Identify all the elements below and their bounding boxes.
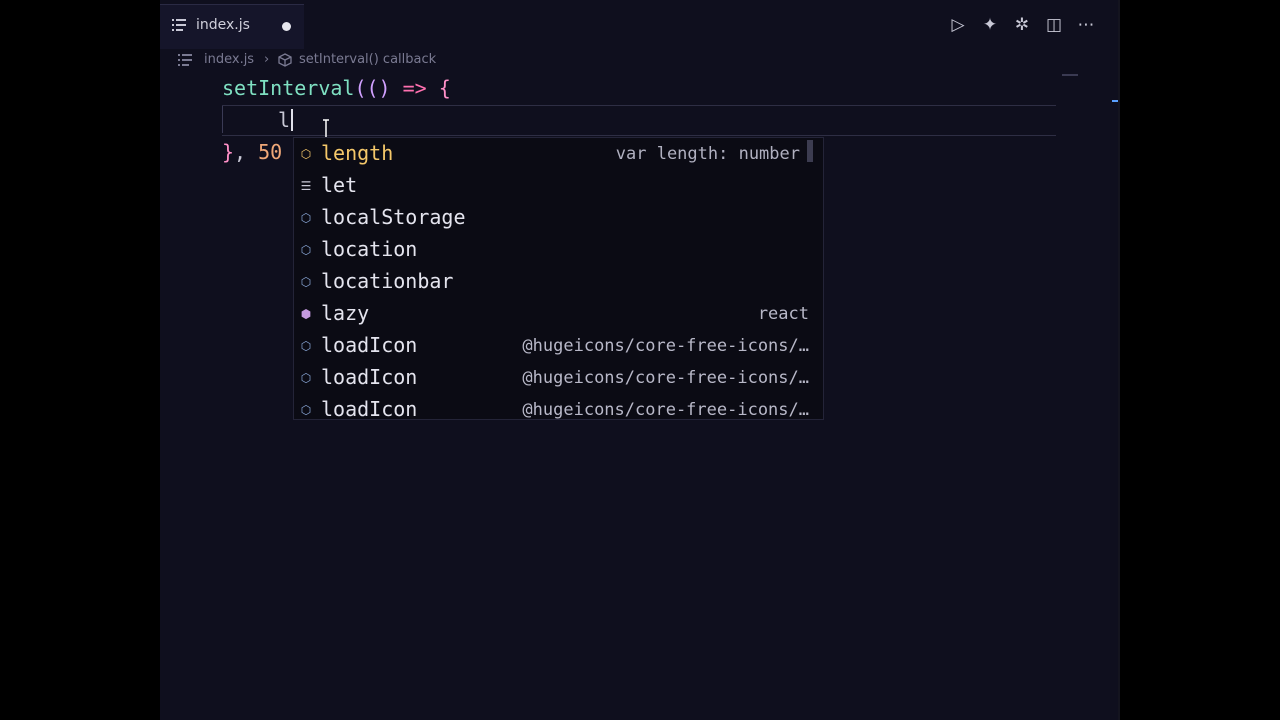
current-line-highlight	[222, 105, 1056, 136]
run-icon[interactable]: ▷	[948, 14, 968, 36]
code-line-2: l	[278, 104, 290, 136]
keyword-icon: ☰	[300, 179, 312, 193]
text-cursor	[291, 109, 293, 131]
suggestion-label: location	[321, 237, 418, 261]
suggestion-detail: var length: number	[615, 144, 800, 164]
breadcrumb-list-icon[interactable]	[178, 52, 192, 71]
cube-icon	[278, 52, 292, 71]
variable-icon: ⬡	[300, 403, 312, 417]
scrollbar-cursor-marker	[1112, 100, 1118, 102]
code-line-3: }, 50	[222, 136, 282, 168]
function-name: setInterval	[222, 76, 355, 100]
suggestion-detail: @hugeicons/core-free-icons/…	[522, 336, 809, 356]
comma-token: ,	[234, 140, 247, 164]
open-brace-token: {	[438, 76, 451, 100]
suggestion-label: loadIcon	[321, 365, 418, 389]
breadcrumb-symbol[interactable]: setInterval() callback	[299, 52, 436, 67]
code-line-1: setInterval(() => {	[222, 72, 451, 104]
variable-icon: ⬡	[300, 275, 312, 289]
suggestion-item[interactable]: ⬡ location	[294, 234, 814, 266]
split-editor-icon[interactable]: ◫	[1044, 14, 1064, 36]
minimap-marker	[1062, 74, 1078, 76]
arrow-token: =>	[402, 76, 427, 100]
variable-icon: ⬡	[300, 147, 312, 161]
typed-text: l	[278, 108, 291, 132]
tab-bar: index.js ▷ ✦ ✲ ◫ ⋯	[160, 0, 1118, 49]
suggestion-detail: @hugeicons/core-free-icons/…	[522, 400, 809, 420]
suggestion-detail: react	[757, 304, 809, 324]
suggestion-label: length	[321, 141, 394, 165]
paren-tokens: (()	[354, 76, 391, 100]
unsaved-dot-icon[interactable]	[282, 22, 291, 31]
close-brace-token: }	[222, 140, 235, 164]
suggestion-item[interactable]: ⬢ lazy react	[294, 298, 814, 330]
suggest-scrollbar[interactable]	[807, 140, 813, 162]
breadcrumb-separator: ›	[264, 52, 270, 67]
variable-icon: ⬡	[300, 339, 312, 353]
variable-icon: ⬡	[300, 211, 312, 225]
suggestion-label: lazy	[321, 301, 370, 325]
suggestion-detail: @hugeicons/core-free-icons/…	[522, 368, 809, 388]
tab-index-js[interactable]: index.js	[160, 4, 304, 49]
list-icon	[172, 18, 186, 32]
variable-icon: ⬡	[300, 371, 312, 385]
method-icon: ⬢	[300, 307, 312, 321]
suggestion-label: locationbar	[321, 269, 454, 293]
editor-actions: ▷ ✦ ✲ ◫ ⋯	[948, 14, 1118, 36]
suggestion-label: localStorage	[321, 205, 466, 229]
suggestion-item[interactable]: ⬡ length var length: number	[294, 138, 814, 170]
more-icon[interactable]: ⋯	[1076, 14, 1096, 36]
autocomplete-widget[interactable]: ⬡ length var length: number ☰ let ⬡ loca…	[293, 137, 824, 420]
breadcrumb-file[interactable]: index.js	[204, 52, 254, 67]
variable-icon: ⬡	[300, 243, 312, 257]
tab-label: index.js	[196, 17, 250, 33]
suggestion-item[interactable]: ⬡ locationbar	[294, 266, 814, 298]
sparkle-icon[interactable]: ✦	[980, 14, 1000, 36]
suggestion-item[interactable]: ⬡ loadIcon @hugeicons/core-free-icons/…	[294, 394, 814, 420]
suggestion-item[interactable]: ⬡ loadIcon @hugeicons/core-free-icons/…	[294, 362, 814, 394]
suggestion-label: let	[321, 173, 358, 197]
suggestion-item[interactable]: ⬡ loadIcon @hugeicons/core-free-icons/…	[294, 330, 814, 362]
suggestion-label: loadIcon	[321, 397, 418, 420]
suggestion-label: loadIcon	[321, 333, 418, 357]
number-token: 50	[258, 140, 283, 164]
suggestion-item[interactable]: ⬡ localStorage	[294, 202, 814, 234]
suggestion-item[interactable]: ☰ let	[294, 170, 814, 202]
openai-icon[interactable]: ✲	[1012, 14, 1032, 36]
